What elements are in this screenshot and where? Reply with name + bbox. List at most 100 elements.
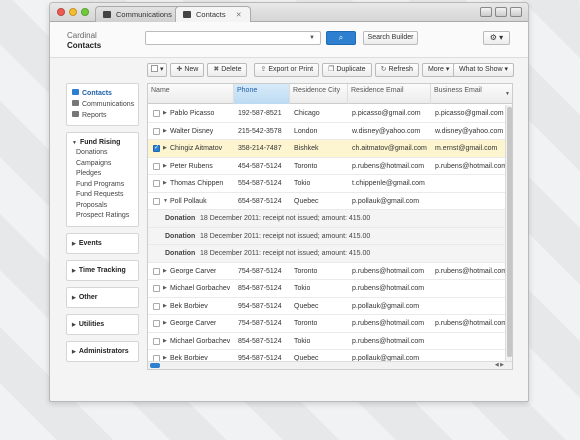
select-all-button[interactable]: ▾ xyxy=(147,63,168,77)
sidebar-section-other[interactable]: ▶ Other xyxy=(66,286,139,308)
chevron-down-icon[interactable]: ▼ xyxy=(505,90,510,98)
expand-icon[interactable]: ▶ xyxy=(163,298,167,316)
expand-icon[interactable]: ▶ xyxy=(163,158,167,176)
sidebar-item-donations[interactable]: Donations xyxy=(72,148,133,159)
table-row[interactable]: ▶ Thomas Chippen 554-587-5124 Tokio t.chippe… xyxy=(148,175,505,193)
sidebar-section-fund-rising[interactable]: ▼ Fund Rising xyxy=(72,137,133,148)
scroll-thumb[interactable] xyxy=(507,107,512,357)
view-info-icon[interactable] xyxy=(495,7,507,17)
row-checkbox[interactable] xyxy=(153,162,160,170)
row-checkbox[interactable] xyxy=(153,267,160,275)
chevron-right-icon: ▶ xyxy=(72,321,76,328)
row-checkbox[interactable] xyxy=(153,127,160,135)
row-checkbox[interactable] xyxy=(153,302,160,310)
sidebar-item-prospect-ratings[interactable]: Prospect Ratings xyxy=(72,211,133,222)
sidebar-item-reports[interactable]: Reports xyxy=(72,110,133,121)
table-row[interactable]: ▶ Michael Gorbachev 854-587-5124 Tokio p.rub… xyxy=(148,333,505,351)
expand-icon[interactable]: ▶ xyxy=(163,333,167,351)
view-list-icon[interactable] xyxy=(480,7,492,17)
scroll-arrows[interactable]: ◀ ▶ xyxy=(495,362,504,369)
sidebar-item-label: Reports xyxy=(82,112,107,119)
minimize-window-icon[interactable] xyxy=(69,8,77,16)
row-checkbox[interactable] xyxy=(153,180,160,187)
chevron-down-icon[interactable]: ▼ xyxy=(309,35,315,41)
column-header-city[interactable]: Residence City xyxy=(290,84,348,104)
sidebar-item-fund-programs[interactable]: Fund Programs xyxy=(72,180,133,191)
settings-button[interactable]: ⚙ ▾ xyxy=(483,31,510,45)
table-row[interactable]: ▶Chingiz Aitmatov 358-214-7487 Bishkek ch.a… xyxy=(148,140,505,158)
sidebar-main-section: Contacts Communications Reports xyxy=(66,83,139,126)
search-builder-button[interactable]: Search Builder xyxy=(363,31,418,45)
table-row[interactable]: ▶ Bek Borbiev 954-587-5124 Quebec p.pollauk@… xyxy=(148,298,505,316)
cell-name: Pablo Picasso xyxy=(170,110,215,117)
sidebar-section-events[interactable]: ▶ Events xyxy=(66,232,139,254)
column-header-name[interactable]: Name xyxy=(148,84,234,104)
table-row[interactable]: ▶ Michael Gorbachev 854-587-5124 Tokio p.rub… xyxy=(148,280,505,298)
sidebar-section-utilities[interactable]: ▶ Utilities xyxy=(66,313,139,335)
sidebar-item-proposals[interactable]: Proposals xyxy=(72,201,133,212)
row-checkbox[interactable] xyxy=(153,144,160,152)
chevron-right-icon: ▶ xyxy=(72,267,76,274)
sidebar-item-fund-requests[interactable]: Fund Requests xyxy=(72,190,133,201)
cell-name: Poll Pollauk xyxy=(170,197,207,205)
row-checkbox[interactable] xyxy=(153,110,160,117)
expand-icon[interactable]: ▶ xyxy=(163,140,167,158)
column-header-business-email[interactable]: Business Email ▼ xyxy=(431,84,512,104)
cell-name: Michael Gorbachev xyxy=(170,337,231,345)
table-row[interactable]: ▶ Pablo Picasso 192-587-8521 Chicago p.picas… xyxy=(148,105,505,123)
more-button[interactable]: More ▾ xyxy=(421,63,456,77)
what-to-show-button[interactable]: What to Show ▾ xyxy=(452,63,514,77)
delete-button[interactable]: ✖ Delete xyxy=(207,63,248,77)
expand-icon[interactable]: ▶ xyxy=(163,175,167,193)
refresh-button[interactable]: ↻ Refresh xyxy=(374,63,419,77)
cell-business: p.rubens@hotmail.com xyxy=(435,162,508,170)
section-title: Time Tracking xyxy=(78,266,126,274)
sidebar-item-contacts[interactable]: Contacts xyxy=(72,88,133,99)
expand-icon[interactable]: ▶ xyxy=(163,280,167,298)
maximize-window-icon[interactable] xyxy=(81,8,89,16)
cell-phone: 454-587-5124 xyxy=(238,162,282,170)
column-header-phone[interactable]: Phone xyxy=(234,84,290,104)
search-icon: ⌕ xyxy=(338,33,344,42)
new-button[interactable]: ✚ New xyxy=(170,63,205,77)
sidebar-section-time-tracking[interactable]: ▶ Time Tracking xyxy=(66,259,139,281)
duplicate-button[interactable]: ❐ Duplicate xyxy=(322,63,372,77)
expand-icon[interactable]: ▶ xyxy=(163,123,167,141)
expand-icon[interactable]: ▶ xyxy=(163,105,167,123)
communications-icon xyxy=(72,100,79,106)
table-row[interactable]: ▶ Peter Rubens 454-587-5124 Toronto p.rubens… xyxy=(148,158,508,176)
row-checkbox[interactable] xyxy=(153,337,160,345)
refresh-icon: ↻ xyxy=(380,66,387,73)
cell-phone: 954-587-5124 xyxy=(238,302,282,310)
column-header-residence-email[interactable]: Residence Email xyxy=(348,84,431,104)
table-row[interactable]: ▶ Walter Disney 215-542-3578 London w.disney… xyxy=(148,123,505,141)
horizontal-scrollbar[interactable]: ◀ ▶ xyxy=(148,361,512,369)
row-checkbox[interactable] xyxy=(153,320,160,327)
search-button[interactable]: ⌕ xyxy=(326,31,356,45)
expand-icon[interactable]: ▶ xyxy=(163,315,167,333)
delete-icon: ✖ xyxy=(213,66,220,73)
expand-icon[interactable]: ▶ xyxy=(163,263,167,281)
sidebar-item-pledges[interactable]: Pledges xyxy=(72,169,133,180)
reports-icon xyxy=(72,111,79,117)
search-input[interactable] xyxy=(145,31,321,45)
sidebar-item-communications[interactable]: Communications xyxy=(72,99,134,110)
table-row[interactable]: ▶ George Carver 754-587-5124 Toronto p.ruben… xyxy=(148,263,507,281)
view-grid-icon[interactable] xyxy=(510,7,522,17)
tab-contacts[interactable]: Contacts ✕ xyxy=(175,6,251,22)
cell-phone: 192-587-8521 xyxy=(238,110,282,117)
table-row[interactable]: ▶ George Carver 754-587-5124 Toronto p.ruben… xyxy=(148,315,507,333)
scroll-thumb[interactable] xyxy=(150,363,160,368)
row-checkbox[interactable] xyxy=(153,197,160,205)
vertical-scrollbar[interactable] xyxy=(505,105,512,361)
close-tab-icon[interactable]: ✕ xyxy=(236,12,242,19)
close-window-icon[interactable] xyxy=(57,8,65,16)
toolbar: ▾ ✚ New ✖ Delete ⇪ Export or Print ❐ Duplica… xyxy=(147,63,456,77)
sidebar-item-campaigns[interactable]: Campaigns xyxy=(72,159,133,170)
table-row[interactable]: ▼ Poll Pollauk 654-587-5124 Quebec p.pollauk… xyxy=(148,193,505,211)
row-checkbox[interactable] xyxy=(153,285,160,292)
plus-icon: ✚ xyxy=(176,66,183,73)
collapse-icon[interactable]: ▼ xyxy=(163,193,168,211)
export-button[interactable]: ⇪ Export or Print xyxy=(254,63,320,77)
sidebar-section-administrators[interactable]: ▶ Administrators xyxy=(66,340,139,362)
